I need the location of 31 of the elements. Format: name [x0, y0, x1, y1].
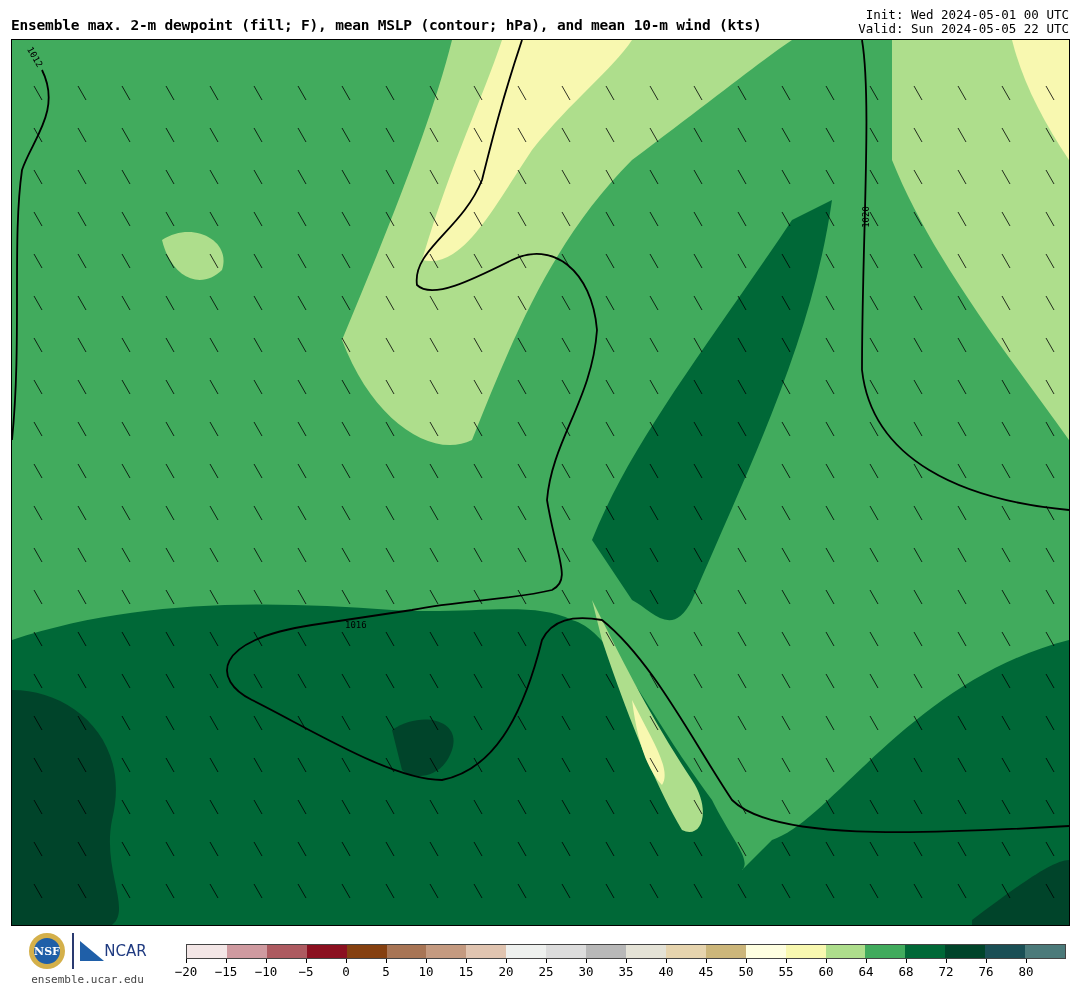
tick-label: 45	[698, 964, 714, 979]
swoosh-icon	[80, 941, 105, 961]
tick-label: −5	[298, 964, 314, 979]
tick-label: 80	[1018, 964, 1034, 979]
logo-text: NCAR	[104, 942, 147, 960]
logo-divider	[72, 933, 75, 969]
tick-label: 60	[818, 964, 834, 979]
tick-label: 30	[578, 964, 594, 979]
tick-label: −20	[174, 964, 198, 979]
tick-label: 0	[342, 964, 350, 979]
tick-label: 64	[858, 964, 874, 979]
tick-label: 68	[898, 964, 914, 979]
tick-label: −10	[254, 964, 278, 979]
logo-text: NSF	[34, 945, 61, 958]
init-time: Init: Wed 2024-05-01 00 UTC	[865, 8, 1069, 22]
site-url: ensemble.ucar.edu	[31, 973, 144, 986]
tick-label: −15	[214, 964, 238, 979]
tick-label: 72	[938, 964, 954, 979]
tick-label: 15	[458, 964, 474, 979]
tick-label: 55	[778, 964, 794, 979]
tick-label: 20	[498, 964, 514, 979]
tick-label: 50	[738, 964, 754, 979]
contour-label: 1016	[345, 620, 367, 630]
valid-time: Valid: Sun 2024-05-05 22 UTC	[858, 22, 1069, 36]
tick-label: 25	[538, 964, 554, 979]
tick-label: 10	[418, 964, 434, 979]
tick-label: 35	[618, 964, 634, 979]
tick-label: 76	[978, 964, 994, 979]
chart-title: Ensemble max. 2-m dewpoint (fill; F), mean MSLP (contour; hPa), and mean 10-m wind (kts)	[11, 17, 762, 33]
tick-label: 40	[658, 964, 674, 979]
tick-label: 5	[382, 964, 390, 979]
